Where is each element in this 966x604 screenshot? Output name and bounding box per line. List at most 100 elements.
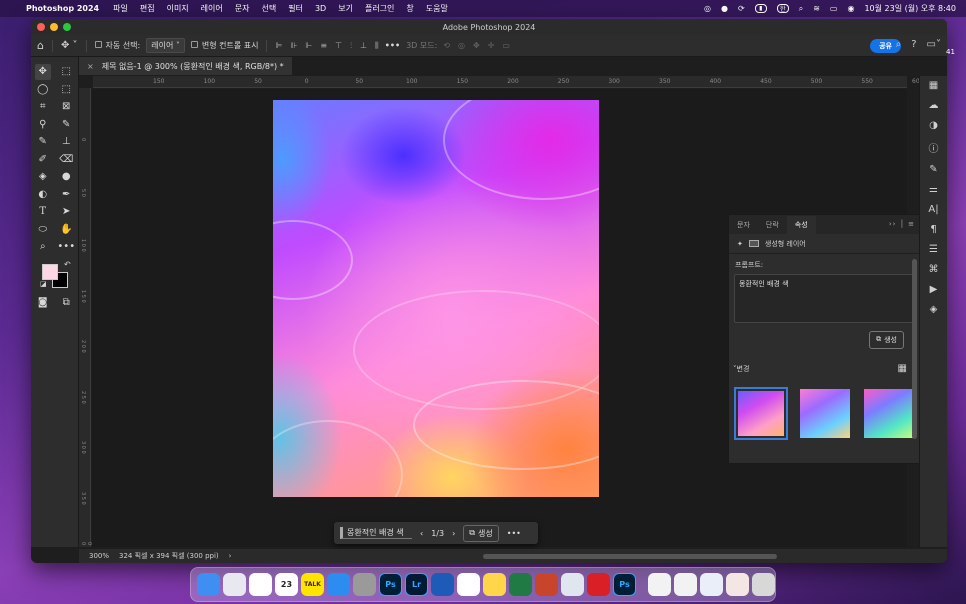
crop-tool-icon[interactable]: ⌗ bbox=[35, 99, 51, 115]
document-tab[interactable]: × 제목 없음-1 @ 300% (몽환적인 배경 색, RGB/8*) * bbox=[79, 57, 292, 75]
status-menu-chevron-icon[interactable]: › bbox=[229, 552, 232, 560]
recent-doc-2-icon[interactable] bbox=[674, 573, 697, 596]
auto-select-dropdown[interactable]: 레이어 ˅ bbox=[146, 38, 185, 53]
generated-image-canvas[interactable] bbox=[273, 100, 599, 497]
distribute-icon[interactable]: ⫼ bbox=[375, 41, 379, 51]
hand-tool-icon[interactable]: ✋ bbox=[58, 221, 74, 237]
pen-tool-icon[interactable]: ✒ bbox=[58, 186, 74, 202]
home-icon[interactable]: ⌂ bbox=[37, 39, 44, 52]
clone-stamp-tool-icon[interactable]: ⊥ bbox=[58, 134, 74, 150]
notion-icon[interactable] bbox=[457, 573, 480, 596]
screen-mode-icon[interactable]: ⧉ bbox=[58, 294, 74, 310]
recent-doc-3-icon[interactable] bbox=[700, 573, 723, 596]
play-icon[interactable]: ▶ bbox=[930, 284, 938, 295]
type-icon[interactable]: A| bbox=[928, 204, 938, 215]
control-center-icon[interactable]: ▭ bbox=[830, 4, 838, 13]
next-variation-icon[interactable]: › bbox=[452, 529, 455, 538]
variations-header[interactable]: ˅ 변경 ▦ bbox=[733, 363, 907, 374]
prompt-textarea[interactable]: 몽환적인 배경 색 bbox=[734, 274, 914, 323]
contextual-generate-button[interactable]: ⧉ 생성 bbox=[463, 524, 499, 542]
battery-icon[interactable]: ▮ bbox=[754, 4, 767, 13]
menubar-clock[interactable]: 10월 23일 (월) 오후 8:40 bbox=[864, 3, 956, 14]
grid-icon[interactable]: ▦ bbox=[929, 80, 938, 91]
photoshop-icon[interactable]: Ps bbox=[379, 573, 402, 596]
align-left-icon[interactable]: ⊫ bbox=[275, 41, 282, 51]
cloud-icon[interactable]: ☁ bbox=[929, 100, 939, 111]
eyedropper-tool-icon[interactable]: ⚲ bbox=[35, 116, 51, 132]
default-colors-icon[interactable]: ◪ bbox=[40, 280, 47, 288]
generate-button[interactable]: ⧉ 생성 bbox=[869, 331, 904, 349]
lasso-tool-icon[interactable]: ◯ bbox=[35, 81, 51, 97]
move-tool-preset-icon[interactable]: ✥ ˅ bbox=[61, 40, 78, 51]
wifi-icon[interactable]: ≋ bbox=[813, 4, 820, 13]
close-window-button[interactable] bbox=[37, 23, 45, 31]
zoom-tool-icon[interactable]: ⌕ bbox=[35, 239, 51, 255]
quick-mask-icon[interactable]: ◙ bbox=[35, 294, 51, 310]
launchpad-icon[interactable] bbox=[223, 573, 246, 596]
transform-controls-checkbox[interactable]: 변형 컨트롤 표시 bbox=[190, 40, 258, 51]
properties-icon[interactable]: ☰ bbox=[929, 244, 938, 255]
paths-icon[interactable]: ⌘ bbox=[929, 264, 939, 275]
history-brush-tool-icon[interactable]: ✐ bbox=[35, 151, 51, 167]
dodge-tool-icon[interactable]: ◐ bbox=[35, 186, 51, 202]
panel-scrollbar[interactable] bbox=[912, 259, 917, 439]
layers-icon[interactable]: ◈ bbox=[930, 304, 938, 315]
minimize-window-button[interactable] bbox=[50, 23, 58, 31]
3d-slide-icon[interactable]: ✛ bbox=[488, 41, 495, 50]
excel-icon[interactable] bbox=[509, 573, 532, 596]
adjust-icon[interactable]: ◑ bbox=[929, 120, 938, 131]
3d-scale-icon[interactable]: ▭ bbox=[502, 41, 510, 50]
3d-roll-icon[interactable]: ◎ bbox=[458, 41, 465, 50]
variation-thumbnail[interactable] bbox=[734, 387, 788, 440]
type-tool-icon[interactable]: T bbox=[35, 204, 51, 220]
kakaotalk-icon[interactable]: TALK bbox=[301, 573, 324, 596]
tab-character[interactable]: 문자 bbox=[729, 216, 758, 234]
help-icon[interactable]: ? bbox=[911, 39, 916, 50]
previous-variation-icon[interactable]: ‹ bbox=[420, 529, 423, 538]
notes-icon[interactable] bbox=[483, 573, 506, 596]
word-icon[interactable] bbox=[431, 573, 454, 596]
creative-cloud-app-icon[interactable] bbox=[587, 573, 610, 596]
menu-plugins[interactable]: 플러그인 bbox=[365, 3, 394, 14]
info-icon[interactable]: ⓘ bbox=[929, 140, 939, 155]
contextual-prompt-field[interactable]: 몽환적인 배경 색 bbox=[340, 527, 412, 539]
menu-image[interactable]: 이미지 bbox=[167, 3, 189, 14]
path-select-tool-icon[interactable]: ➤ bbox=[58, 204, 74, 220]
app-menu[interactable]: Photoshop 2024 bbox=[26, 4, 99, 13]
zoom-window-button[interactable] bbox=[63, 23, 71, 31]
blur-tool-icon[interactable]: ● bbox=[58, 169, 74, 185]
creative-cloud-icon[interactable]: ◎ bbox=[704, 4, 711, 13]
align-vcenter-icon[interactable]: ⫶ bbox=[350, 41, 352, 51]
lightroom-icon[interactable]: Lr bbox=[405, 573, 428, 596]
healing-brush-tool-icon[interactable]: ✎ bbox=[58, 116, 74, 132]
close-tab-icon[interactable]: × bbox=[87, 62, 94, 71]
menu-type[interactable]: 문자 bbox=[235, 3, 250, 14]
photoshop-running-icon[interactable]: Ps bbox=[613, 573, 636, 596]
tab-paragraph[interactable]: 단락 bbox=[758, 216, 787, 234]
tab-properties[interactable]: 속성 bbox=[786, 216, 816, 234]
foreground-color-swatch[interactable] bbox=[42, 263, 58, 280]
sliders-icon[interactable]: ⚌ bbox=[929, 184, 938, 195]
3d-rotate-icon[interactable]: ⟲ bbox=[443, 41, 450, 50]
menu-layer[interactable]: 레이어 bbox=[201, 3, 223, 14]
search-icon[interactable]: ⌕ bbox=[799, 4, 803, 14]
marquee-tool-icon[interactable]: ⬚ bbox=[58, 64, 74, 80]
variation-thumbnail[interactable] bbox=[862, 387, 916, 440]
swap-colors-icon[interactable]: ↶ bbox=[64, 260, 71, 269]
frame-tool-icon[interactable]: ⊠ bbox=[58, 99, 74, 115]
paint-bucket-tool-icon[interactable]: ◈ bbox=[35, 169, 51, 185]
paragraph-icon[interactable]: ¶ bbox=[930, 224, 936, 235]
menu-filter[interactable]: 필터 bbox=[288, 3, 303, 14]
more-options-icon[interactable]: ••• bbox=[385, 41, 400, 50]
panel-menu-icon[interactable]: ›› │ ≡ bbox=[889, 220, 915, 228]
object-select-tool-icon[interactable]: ⬚ bbox=[58, 81, 74, 97]
chrome-icon[interactable] bbox=[249, 573, 272, 596]
menu-select[interactable]: 선택 bbox=[262, 3, 277, 14]
workspace-icon[interactable]: ▭˅ bbox=[927, 39, 941, 50]
preview-icon[interactable] bbox=[561, 573, 584, 596]
contextual-more-icon[interactable]: ••• bbox=[507, 529, 521, 538]
chat-icon[interactable]: ● bbox=[721, 4, 728, 13]
menu-3d[interactable]: 3D bbox=[315, 4, 326, 13]
input-korean-icon[interactable]: 한 bbox=[776, 4, 789, 13]
siri-icon[interactable]: ◉ bbox=[847, 4, 854, 13]
